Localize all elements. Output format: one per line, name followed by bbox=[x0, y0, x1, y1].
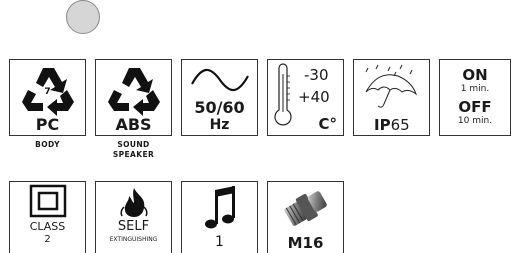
temp-max: +40 bbox=[298, 88, 330, 106]
frequency-tile: 50/60 Hz bbox=[181, 59, 258, 136]
flame-icon bbox=[120, 188, 148, 217]
umbrella-rain-icon bbox=[365, 64, 417, 108]
sound-caption: SOUND bbox=[117, 140, 150, 149]
ip-rating-tile: IP65 bbox=[353, 59, 430, 136]
duty-cycle-tile: ON 1 min. OFF 10 min. bbox=[439, 59, 511, 136]
ip-prefix: IP bbox=[374, 116, 391, 134]
temp-min: -30 bbox=[304, 66, 329, 84]
off-time: 10 min. bbox=[457, 116, 493, 126]
frequency-value: 50/60 bbox=[194, 98, 245, 117]
temperature-tile: -30 +40 C° bbox=[267, 59, 344, 136]
temp-unit: C° bbox=[318, 115, 337, 133]
double-insulation-icon bbox=[29, 184, 67, 218]
on-label: ON bbox=[462, 66, 488, 84]
extinguishing-label: EXTINGUISHING bbox=[109, 236, 158, 243]
gland-size: M16 bbox=[287, 234, 324, 252]
on-time: 1 min. bbox=[460, 84, 490, 94]
music-note-icon bbox=[205, 186, 235, 229]
indicator-circle bbox=[66, 0, 100, 34]
abs-material-tile: ABS bbox=[95, 59, 172, 136]
cable-gland-tile: M16 bbox=[267, 181, 344, 253]
ip-number: 65 bbox=[390, 116, 410, 134]
self-label: SELF bbox=[117, 219, 150, 234]
pc-label: PC bbox=[35, 115, 60, 134]
recycle-code: 7 bbox=[44, 87, 51, 97]
sine-wave-icon bbox=[191, 68, 249, 92]
abs-label: ABS bbox=[115, 115, 152, 134]
self-extinguishing-tile: SELF EXTINGUISHING bbox=[95, 181, 172, 253]
body-caption: BODY bbox=[35, 140, 60, 149]
off-label: OFF bbox=[458, 98, 492, 116]
cable-gland-icon bbox=[284, 191, 327, 226]
class-label: CLASS bbox=[29, 220, 66, 233]
pc-material-tile: 7 PC bbox=[9, 59, 86, 136]
speaker-caption: SPEAKER bbox=[112, 150, 155, 159]
ip-rating: IP65 bbox=[374, 115, 410, 134]
class2-tile: CLASS 2 bbox=[9, 181, 86, 253]
sound-value: 1 bbox=[215, 234, 224, 250]
sound-tile: 1 bbox=[181, 181, 258, 253]
class-number: 2 bbox=[44, 234, 51, 245]
thermometer-icon bbox=[274, 63, 292, 126]
frequency-unit: Hz bbox=[209, 117, 230, 133]
